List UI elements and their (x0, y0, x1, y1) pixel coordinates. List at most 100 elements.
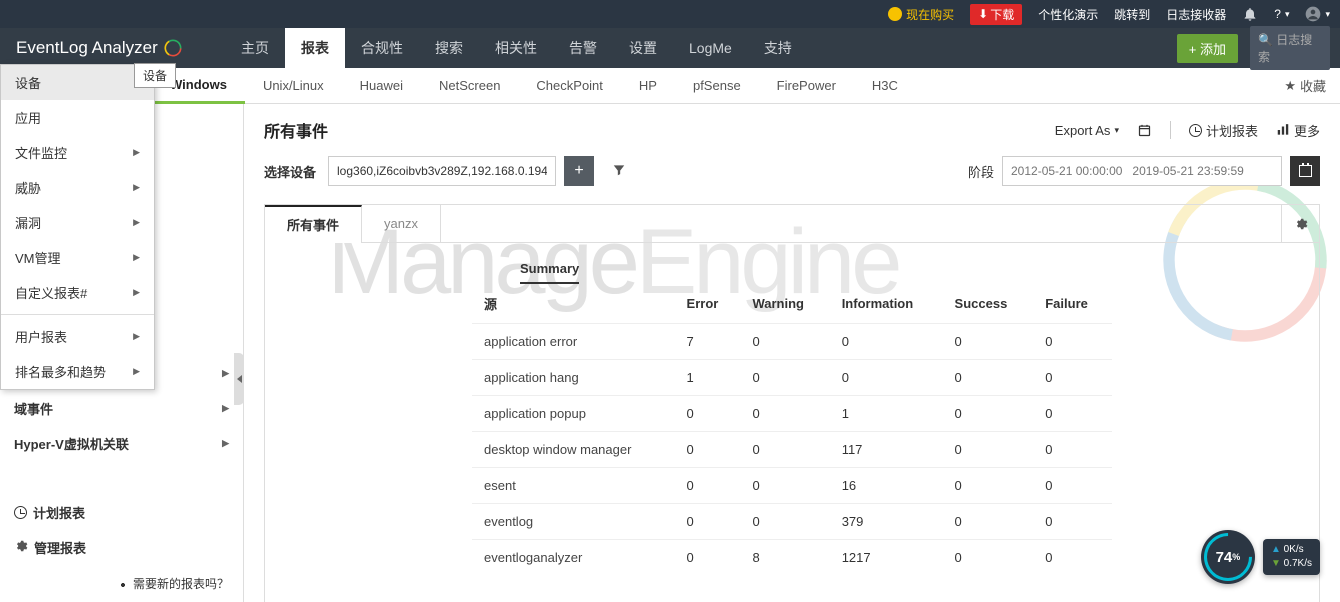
buy-now-link[interactable]: 现在购买 (888, 6, 954, 23)
summary-table: 源 Error Warning Information Success Fail… (472, 284, 1112, 575)
subtab-huawei[interactable]: Huawei (342, 68, 421, 104)
table-row[interactable]: application error70000 (472, 324, 1112, 360)
nav-compliance[interactable]: 合规性 (345, 28, 419, 68)
subtab-unix[interactable]: Unix/Linux (245, 68, 342, 104)
sidebar-manage-reports[interactable]: 管理报表 (0, 530, 243, 565)
refresh-button[interactable] (1137, 123, 1152, 138)
logo[interactable]: EventLog Analyzer (0, 37, 225, 59)
date-range-input[interactable] (1002, 156, 1282, 186)
tab-all-events[interactable]: 所有事件 (265, 205, 362, 243)
cell-success: 0 (943, 432, 1034, 468)
table-row[interactable]: esent001600 (472, 468, 1112, 504)
chevron-right-icon: ▶ (222, 368, 229, 379)
device-input[interactable] (328, 156, 556, 186)
favorite-link[interactable]: 收藏 (1284, 76, 1340, 95)
subtab-firepower[interactable]: FirePower (759, 68, 854, 104)
chevron-right-icon: ▶ (133, 217, 140, 228)
telemetry-widget[interactable]: 74% ▲ 0K/s ▼ 0.7K/s (1201, 530, 1320, 584)
dd-rank[interactable]: 排名最多和趋势▶ (1, 354, 154, 389)
cell-failure: 0 (1033, 504, 1112, 540)
filter-icon[interactable] (612, 163, 626, 180)
log-search-input[interactable]: 🔍 日志搜索 (1250, 26, 1330, 70)
subtab-netscreen[interactable]: NetScreen (421, 68, 518, 104)
user-icon[interactable]: ▾ (1305, 6, 1330, 22)
nav-alerts[interactable]: 告警 (553, 28, 613, 68)
dd-device[interactable]: 设备 (1, 65, 154, 100)
cell-failure: 0 (1033, 432, 1112, 468)
dd-custom[interactable]: 自定义报表#▶ (1, 275, 154, 310)
subtab-pfsense[interactable]: pfSense (675, 68, 759, 104)
clock-icon (14, 506, 27, 519)
cell-source: esent (472, 468, 675, 504)
help-link[interactable]: ?▾ (1274, 7, 1289, 21)
dd-threat[interactable]: 威胁 ▶ (1, 170, 154, 205)
cell-warning: 0 (740, 432, 829, 468)
subtab-hp[interactable]: HP (621, 68, 675, 104)
sidebar-domain[interactable]: 域事件▶ (0, 391, 243, 426)
device-dropdown-menu: 设备 应用 文件监控▶ 威胁▶ 漏洞▶ VM管理▶ 自定义报表#▶ 用户报表▶ … (0, 64, 155, 390)
nav-logme[interactable]: LogMe (673, 28, 748, 68)
col-info: Information (830, 284, 943, 324)
need-report-link[interactable]: 需要新的报表吗？ (0, 565, 243, 602)
add-device-button[interactable]: + (564, 156, 594, 186)
logo-swirl-icon (162, 37, 184, 59)
dd-vuln[interactable]: 漏洞▶ (1, 205, 154, 240)
tab-yanzx[interactable]: yanzx (362, 205, 441, 243)
sidebar-hyperv[interactable]: Hyper-V虚拟机关联▶ (0, 426, 243, 461)
subtab-checkpoint[interactable]: CheckPoint (518, 68, 620, 104)
subtab-h3c[interactable]: H3C (854, 68, 916, 104)
nav-home[interactable]: 主页 (225, 28, 285, 68)
chevron-right-icon: ▶ (133, 287, 140, 298)
dd-vm[interactable]: VM管理▶ (1, 240, 154, 275)
chevron-right-icon: ▶ (222, 403, 229, 414)
sidebar-collapse-handle[interactable] (234, 353, 244, 405)
dd-threat-label: 威胁 (15, 178, 41, 197)
bell-icon[interactable] (1242, 6, 1258, 22)
tab-settings-button[interactable] (1281, 205, 1319, 243)
cell-success: 0 (943, 540, 1034, 576)
cell-source: application hang (472, 360, 675, 396)
nav-search[interactable]: 搜索 (419, 28, 479, 68)
cell-success: 0 (943, 504, 1034, 540)
cell-error: 0 (675, 396, 741, 432)
jump-to-link[interactable]: 跳转到 (1114, 6, 1150, 23)
cell-source: application popup (472, 396, 675, 432)
more-button[interactable]: 更多 (1276, 121, 1320, 140)
calendar-icon (1299, 165, 1312, 177)
dd-userrep-label: 用户报表 (15, 327, 67, 346)
table-row[interactable]: desktop window manager0011700 (472, 432, 1112, 468)
chevron-right-icon: ▶ (133, 182, 140, 193)
sidebar-schedule-label: 计划报表 (33, 503, 85, 522)
nav-settings[interactable]: 设置 (613, 28, 673, 68)
calendar-button[interactable] (1290, 156, 1320, 186)
gauge: 74% (1201, 530, 1255, 584)
sidebar-manage-label: 管理报表 (34, 538, 86, 557)
cell-error: 0 (675, 468, 741, 504)
log-receiver-link[interactable]: 日志接收器 (1166, 6, 1226, 23)
demo-link[interactable]: 个性化演示 (1038, 6, 1098, 23)
export-label: Export As (1055, 123, 1111, 138)
download-button[interactable]: ⬇下载 (970, 4, 1022, 25)
download-label: 下载 (990, 6, 1014, 23)
table-row[interactable]: eventloganalyzer08121700 (472, 540, 1112, 576)
dd-filemon[interactable]: 文件监控▶ (1, 135, 154, 170)
sidebar-hyperv-label: Hyper-V虚拟机关联 (14, 434, 129, 453)
add-button[interactable]: + 添加 (1177, 34, 1238, 63)
clock-icon (1189, 124, 1202, 137)
nav-support[interactable]: 支持 (748, 28, 808, 68)
export-as-dropdown[interactable]: Export As▾ (1055, 123, 1119, 138)
cell-error: 7 (675, 324, 741, 360)
sidebar-schedule-reports[interactable]: 计划报表 (0, 495, 243, 530)
table-row[interactable]: eventlog0037900 (472, 504, 1112, 540)
cell-info: 16 (830, 468, 943, 504)
schedule-report-button[interactable]: 计划报表 (1189, 121, 1258, 140)
table-row[interactable]: application hang10000 (472, 360, 1112, 396)
cell-info: 0 (830, 360, 943, 396)
cell-info: 117 (830, 432, 943, 468)
nav-reports[interactable]: 报表 (285, 28, 345, 68)
table-row[interactable]: application popup00100 (472, 396, 1112, 432)
dd-app[interactable]: 应用 (1, 100, 154, 135)
dd-userrep[interactable]: 用户报表▶ (1, 319, 154, 354)
chevron-right-icon: ▶ (133, 252, 140, 263)
nav-correlation[interactable]: 相关性 (479, 28, 553, 68)
